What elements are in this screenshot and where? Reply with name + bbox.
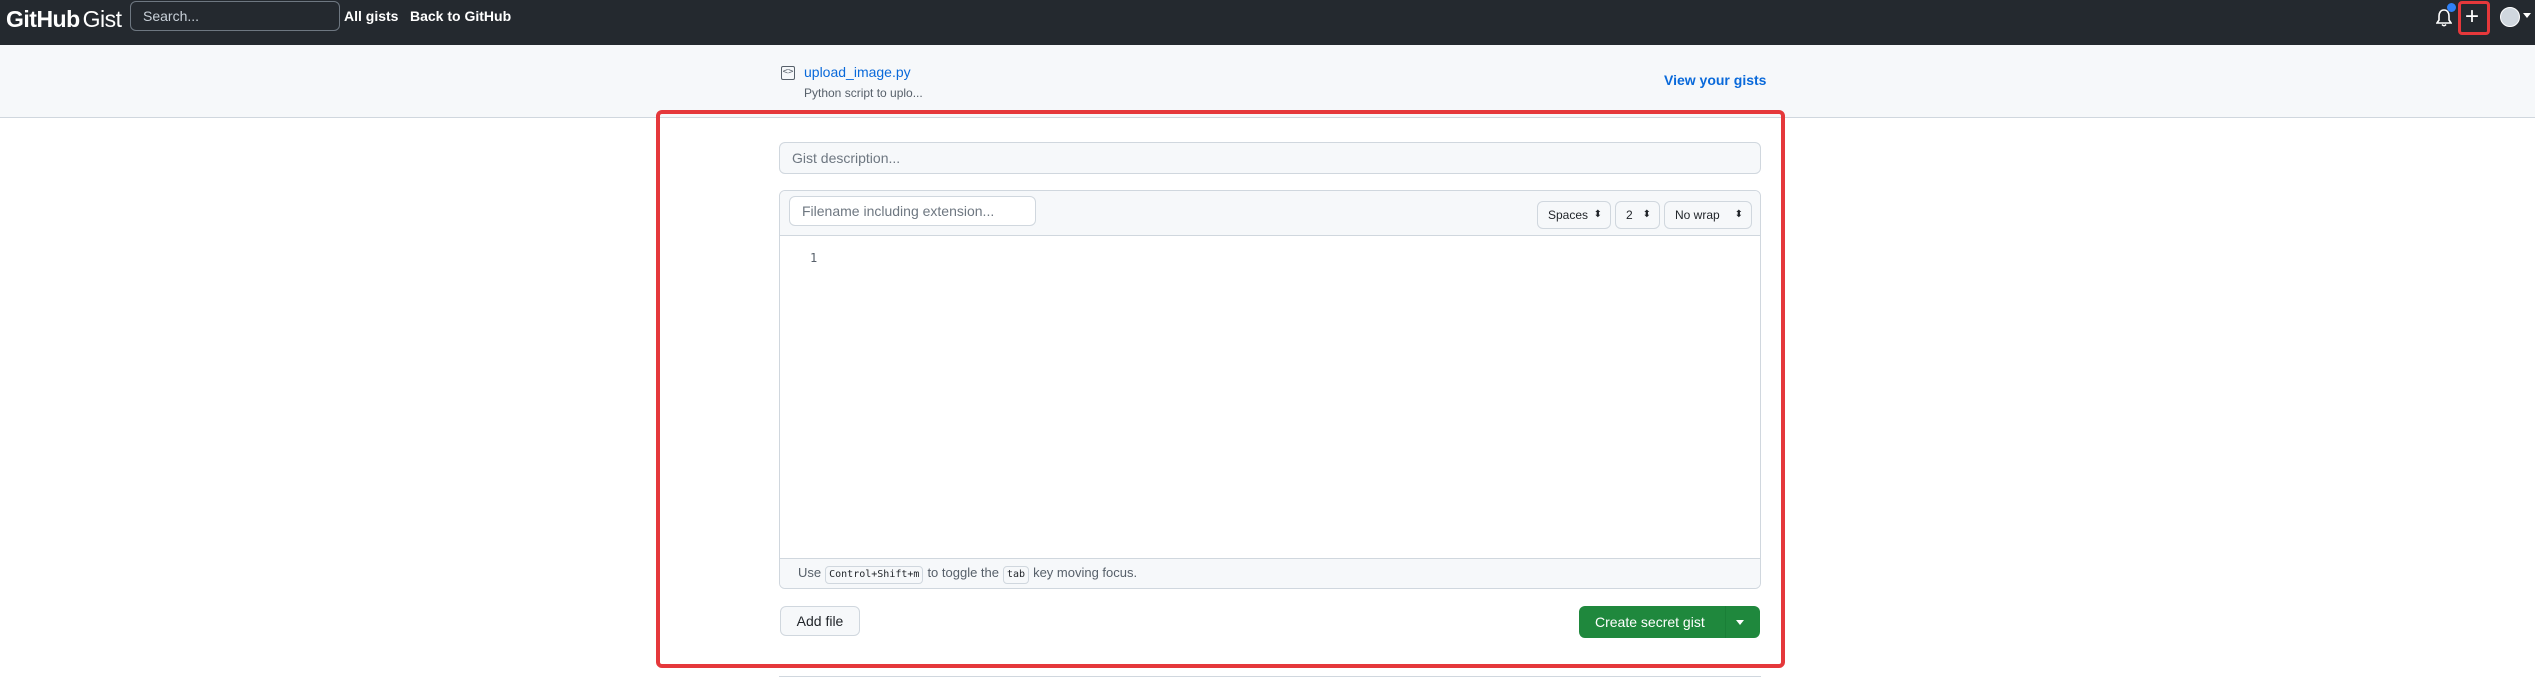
indent-mode-value: Spaces <box>1548 208 1589 222</box>
indent-mode-select[interactable]: Spaces ⬍ <box>1537 201 1611 229</box>
indent-size-select[interactable]: 2 ⬍ <box>1615 201 1660 229</box>
select-arrows-icon: ⬍ <box>1593 209 1602 220</box>
top-header: GitHub Gist Search... All gists Back to G… <box>0 0 2535 45</box>
logo-github-text: GitHub <box>6 6 80 32</box>
hint-end: key moving focus. <box>1033 565 1138 580</box>
file-editor: Filename including extension... Spaces ⬍ … <box>779 190 1761 589</box>
chevron-down-icon[interactable] <box>1736 620 1744 625</box>
plus-icon[interactable]: + <box>2465 2 2479 32</box>
nav-all-gists[interactable]: All gists <box>344 8 398 24</box>
editor-header: Filename including extension... Spaces ⬍ … <box>780 191 1760 236</box>
chevron-down-icon[interactable] <box>2523 13 2531 18</box>
editor-footer-hint: Use Control+Shift+m to toggle the tab key mo… <box>780 558 1760 588</box>
button-divider <box>1725 606 1726 638</box>
code-file-icon: <> <box>781 66 795 80</box>
filename-input[interactable]: Filename including extension... <box>789 196 1036 226</box>
create-secret-gist-label: Create secret gist <box>1595 614 1705 630</box>
gist-subheader <box>0 45 2535 118</box>
recent-gist-description: Python script to uplo... <box>804 86 923 100</box>
hint-tab-key: tab <box>1003 566 1030 584</box>
github-gist-logo[interactable]: GitHub Gist <box>6 6 122 33</box>
add-file-button[interactable]: Add file <box>780 606 860 636</box>
notification-indicator-icon <box>2447 3 2456 12</box>
hint-use: Use <box>798 565 822 580</box>
recent-gist-link[interactable]: upload_image.py <box>804 64 911 80</box>
logo-gist-text: Gist <box>82 6 122 32</box>
wrap-mode-value: No wrap <box>1675 208 1720 222</box>
search-input[interactable]: Search... <box>130 1 340 31</box>
nav-back-to-github[interactable]: Back to GitHub <box>410 8 511 24</box>
divider <box>779 676 1761 677</box>
line-number: 1 <box>810 251 818 265</box>
view-your-gists-link[interactable]: View your gists <box>1664 72 1766 88</box>
hint-mid: to toggle the <box>927 565 999 580</box>
hint-shortcut: Control+Shift+m <box>825 566 924 584</box>
select-arrows-icon: ⬍ <box>1642 209 1651 220</box>
select-arrows-icon: ⬍ <box>1734 209 1743 220</box>
bell-icon[interactable] <box>2435 9 2453 32</box>
avatar[interactable] <box>2500 7 2520 27</box>
create-secret-gist-button[interactable]: Create secret gist <box>1579 606 1760 638</box>
indent-size-value: 2 <box>1626 208 1633 222</box>
gist-description-input[interactable]: Gist description... <box>779 142 1761 174</box>
wrap-mode-select[interactable]: No wrap ⬍ <box>1664 201 1752 229</box>
